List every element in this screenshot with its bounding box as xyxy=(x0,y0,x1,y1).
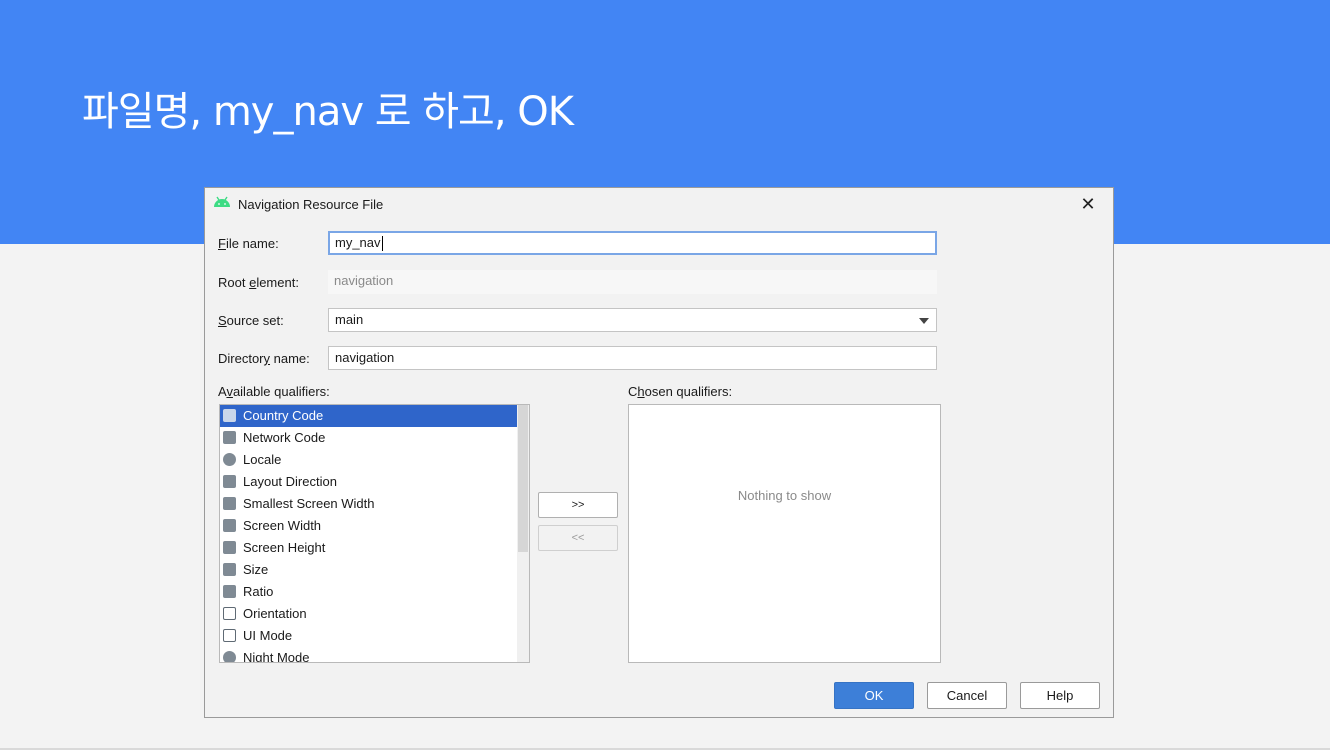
qualifier-size[interactable]: Size xyxy=(220,559,529,581)
list-scrollbar[interactable] xyxy=(517,405,529,662)
remove-qualifier-button[interactable]: << xyxy=(538,525,618,551)
directory-name-input[interactable]: navigation xyxy=(328,346,937,370)
chevron-down-icon xyxy=(919,318,929,324)
cancel-button[interactable]: Cancel xyxy=(927,682,1007,709)
root-element-field: navigation xyxy=(328,270,937,294)
dialog-titlebar: Navigation Resource File ✕ xyxy=(205,188,1113,220)
qualifier-locale[interactable]: Locale xyxy=(220,449,529,471)
slide-title: 파일명, my_nav 로 하고, OK xyxy=(82,89,574,135)
available-qualifiers-label: Available qualifiers: xyxy=(218,384,330,399)
night-mode-icon xyxy=(223,651,236,662)
file-name-input[interactable]: my_nav xyxy=(328,231,937,255)
file-name-label: File name: xyxy=(218,236,279,251)
root-element-label: Root element: xyxy=(218,275,299,290)
help-button[interactable]: Help xyxy=(1020,682,1100,709)
chosen-qualifiers-list[interactable]: Nothing to show xyxy=(628,404,941,663)
qualifier-layout-direction[interactable]: Layout Direction xyxy=(220,471,529,493)
qualifier-screen-width[interactable]: Screen Width xyxy=(220,515,529,537)
qualifier-ui-mode[interactable]: UI Mode xyxy=(220,625,529,647)
globe-icon xyxy=(223,453,236,466)
ratio-icon xyxy=(223,585,236,598)
layout-direction-icon xyxy=(223,475,236,488)
qualifier-night-mode[interactable]: Night Mode xyxy=(220,647,529,662)
source-set-label: Source set: xyxy=(218,313,284,328)
close-button[interactable]: ✕ xyxy=(1077,193,1099,215)
text-caret xyxy=(381,236,383,252)
qualifier-orientation[interactable]: Orientation xyxy=(220,603,529,625)
screen-width-icon xyxy=(223,519,236,532)
country-code-icon xyxy=(223,409,236,422)
empty-state-text: Nothing to show xyxy=(737,488,832,503)
android-icon xyxy=(213,196,231,211)
network-code-icon xyxy=(223,431,236,444)
qualifier-network-code[interactable]: Network Code xyxy=(220,427,529,449)
ui-mode-icon xyxy=(223,629,236,642)
orientation-icon xyxy=(223,607,236,620)
add-qualifier-button[interactable]: >> xyxy=(538,492,618,518)
screen-height-icon xyxy=(223,541,236,554)
source-set-select[interactable]: main xyxy=(328,308,937,332)
qualifier-country-code[interactable]: Country Code xyxy=(220,405,517,427)
ok-button[interactable]: OK xyxy=(834,682,914,709)
smallest-width-icon xyxy=(223,497,236,510)
scrollbar-thumb[interactable] xyxy=(518,405,528,552)
directory-name-label: Directory name: xyxy=(218,351,310,366)
qualifier-ratio[interactable]: Ratio xyxy=(220,581,529,603)
size-icon xyxy=(223,563,236,576)
dialog-title: Navigation Resource File xyxy=(238,197,384,212)
chosen-qualifiers-label: Chosen qualifiers: xyxy=(628,384,733,399)
available-qualifiers-list[interactable]: Country Code Network Code Locale Layout … xyxy=(219,404,530,663)
navigation-resource-dialog: Navigation Resource File ✕ File name: my… xyxy=(204,187,1114,718)
qualifier-smallest-screen-width[interactable]: Smallest Screen Width xyxy=(220,493,529,515)
qualifier-screen-height[interactable]: Screen Height xyxy=(220,537,529,559)
